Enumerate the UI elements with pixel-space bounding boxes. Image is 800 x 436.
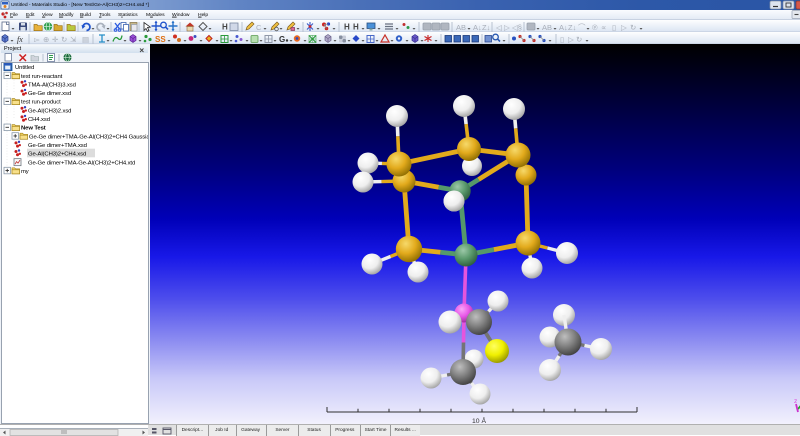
svg-text:SS: SS xyxy=(155,35,166,44)
svg-text:↻: ↻ xyxy=(576,35,582,44)
svg-text:▻: ▻ xyxy=(34,35,41,44)
svg-text:▷: ▷ xyxy=(504,23,511,32)
svg-text:▷: ▷ xyxy=(568,35,575,44)
svg-text:Z↓: Z↓ xyxy=(568,23,576,32)
svg-text:test run-product: test run-product xyxy=(21,100,61,106)
svg-text:10 Å: 10 Å xyxy=(472,416,486,424)
svg-text:Ge-Ge dimer+TMA-Ge-Al(CH3)2+CH: Ge-Ge dimer+TMA-Ge-Al(CH3)2+CH4.xtd xyxy=(28,160,135,166)
svg-text:H: H xyxy=(353,23,359,32)
svg-text:▤: ▤ xyxy=(82,35,89,44)
svg-text:⊕: ⊕ xyxy=(43,35,49,44)
svg-text:∝: ∝ xyxy=(601,23,606,32)
svg-text:▯: ▯ xyxy=(560,35,564,44)
svg-text:⌒: ⌒ xyxy=(578,23,586,32)
svg-text:✛: ✛ xyxy=(52,35,59,44)
svg-text:⇲: ⇲ xyxy=(70,35,77,44)
svg-text:AB: AB xyxy=(542,23,552,32)
svg-text:A↓: A↓ xyxy=(559,23,568,32)
svg-text:TMA-Al(CH3)3.xsd: TMA-Al(CH3)3.xsd xyxy=(28,82,76,88)
svg-text:my: my xyxy=(21,169,29,175)
svg-text:◁§: ◁§ xyxy=(512,23,522,32)
svg-text:Ge-Ge dimer+TMA-Ge-Al(CH3)2+CH: Ge-Ge dimer+TMA-Ge-Al(CH3)2+CH4 Gaussian xyxy=(29,134,148,140)
svg-text:▯: ▯ xyxy=(612,23,616,32)
svg-text:℗: ℗ xyxy=(592,23,598,32)
svg-text:◁: ◁ xyxy=(496,23,503,32)
svg-text:H: H xyxy=(222,23,228,32)
svg-text:Ge-Al(CH3)2+CH4.xsd: Ge-Al(CH3)2+CH4.xsd xyxy=(28,152,86,158)
svg-text:G: G xyxy=(279,35,285,44)
svg-text:New Test: New Test xyxy=(21,126,46,132)
svg-text:Ge-Ge dimer+TMA.xsd: Ge-Ge dimer+TMA.xsd xyxy=(28,143,87,149)
svg-text:C: C xyxy=(256,23,262,32)
svg-text:Z↓: Z↓ xyxy=(482,23,490,32)
svg-text:test run-reactant: test run-reactant xyxy=(21,74,63,80)
svg-text:Untitled: Untitled xyxy=(15,65,34,71)
svg-text:AB: AB xyxy=(456,23,466,32)
svg-text:↻: ↻ xyxy=(61,35,67,44)
svg-text:▷: ▷ xyxy=(621,23,628,32)
svg-text:Ge-Al(CH3)2.xsd: Ge-Al(CH3)2.xsd xyxy=(28,108,71,114)
svg-text:A↓: A↓ xyxy=(473,23,482,32)
svg-text:H: H xyxy=(344,23,350,32)
svg-text:CH4.xsd: CH4.xsd xyxy=(28,117,50,123)
svg-text:↻: ↻ xyxy=(630,23,636,32)
svg-text:Ge-Ge dimer.xsd: Ge-Ge dimer.xsd xyxy=(28,91,71,97)
svg-text:fx: fx xyxy=(17,35,23,44)
